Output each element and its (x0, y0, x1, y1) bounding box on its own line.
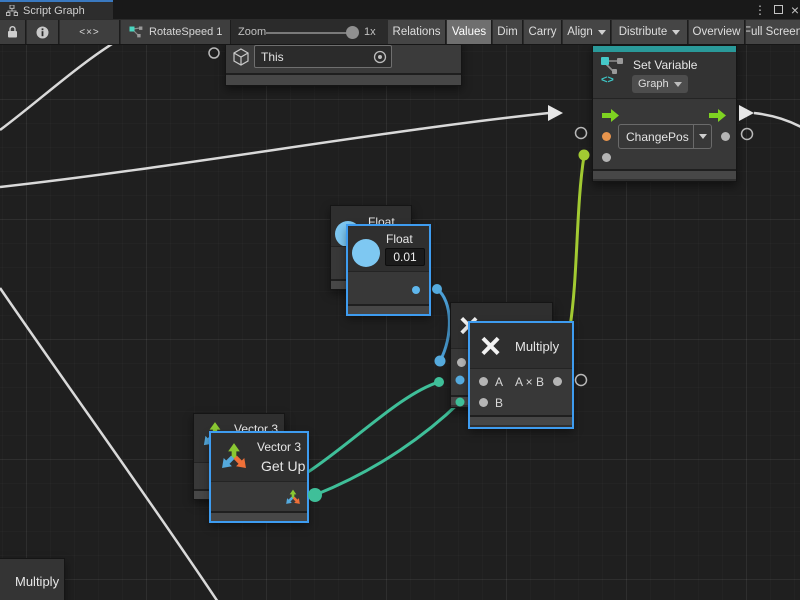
variable-output-port[interactable] (721, 132, 730, 141)
flow-output-arrow-icon[interactable] (709, 109, 727, 122)
value-wire-getup-to-multiply-front[interactable] (315, 402, 460, 495)
graph-window-icon (6, 5, 18, 16)
toolbar-button-fullscreen[interactable]: Full Screen (746, 20, 800, 44)
toolbar-button-values[interactable]: Values (447, 20, 492, 44)
flow-wire-into-set-variable[interactable] (0, 113, 549, 187)
wire-knob-float[interactable] (432, 284, 442, 294)
tab-bar: Script Graph ⋮ × (0, 0, 800, 19)
float-value-field[interactable]: 0.01 (385, 248, 425, 266)
toolbar-button-dim[interactable]: Dim (493, 20, 523, 44)
node-float-front[interactable]: Float 0.01 (347, 225, 430, 315)
zoom-slider-handle[interactable] (346, 26, 359, 39)
dropdown-arrow-icon (674, 82, 682, 87)
zoom-label: Zoom (238, 19, 266, 45)
value-wire-float-to-multiply[interactable] (437, 289, 449, 361)
this-object-field[interactable]: This (254, 45, 392, 68)
vector3-output-icon (285, 489, 301, 505)
info-button[interactable] (27, 20, 59, 44)
value-wire-getup-to-multiply-b[interactable] (308, 382, 439, 472)
multiply-port-a[interactable] (479, 377, 488, 386)
variable-name-dropdown[interactable]: ChangePos (618, 124, 712, 149)
variable-scope-dropdown[interactable]: Graph (632, 75, 688, 93)
toolbar-button-relations[interactable]: Relations (388, 20, 446, 44)
toolbar-button-carry[interactable]: Carry (524, 20, 562, 44)
variable-value-input-port[interactable] (602, 153, 611, 162)
lock-button[interactable] (0, 20, 26, 44)
zoom-slider[interactable] (266, 32, 358, 34)
window-menu-icon[interactable]: ⋮ (752, 0, 768, 19)
vector3-icon (220, 442, 248, 470)
toolbar-button-overview[interactable]: Overview (689, 20, 745, 44)
lock-icon (7, 26, 18, 38)
breadcrumb[interactable]: RotateSpeed 1 (121, 20, 231, 44)
flow-input-arrow-icon[interactable] (602, 109, 620, 122)
dropdown-arrow-icon (598, 30, 606, 35)
this-object-value: This (261, 50, 373, 64)
node-vector3-getup[interactable]: Vector 3 Get Up (210, 432, 308, 522)
node-set-variable[interactable]: <> Set Variable Graph ChangePos (592, 45, 737, 182)
node-multiply-front[interactable]: × Multiply A A × B B (469, 322, 573, 428)
multiply-partial-title: Multiply (15, 574, 59, 589)
float-icon (352, 239, 380, 267)
multiply-port-b-label: B (495, 396, 503, 410)
getup-output-knob[interactable] (308, 488, 322, 502)
node-multiply-partial[interactable]: Multiply (0, 558, 65, 600)
float-value: 0.01 (393, 250, 416, 264)
flow-wire-arrowhead (548, 105, 563, 121)
variable-scope-value: Graph (638, 78, 669, 90)
zoom-value: 1x (364, 19, 376, 45)
tab-title: Script Graph (23, 5, 85, 17)
wire-knob-float[interactable] (435, 356, 446, 367)
multiply-output-label: A × B (515, 375, 544, 389)
node-this[interactable]: This (225, 45, 462, 86)
gameobject-cube-icon (231, 47, 251, 67)
graph-toolbar: <×> RotateSpeed 1 Zoom 1x Relations Valu… (0, 19, 800, 45)
object-picker-icon[interactable] (373, 50, 387, 64)
unity-script-graph-window: Script Graph ⋮ × <×> (0, 0, 800, 600)
tab-script-graph[interactable]: Script Graph (0, 0, 113, 19)
vector3-front-title: Vector 3 (257, 440, 301, 454)
empty-port-ring[interactable] (576, 375, 587, 386)
set-variable-title: Set Variable (633, 58, 697, 72)
multiply-icon: × (480, 328, 501, 364)
variable-name-port[interactable] (602, 132, 611, 141)
window-close-icon[interactable]: × (788, 0, 800, 19)
set-variable-icon: <> (600, 56, 626, 84)
multiply-output-port[interactable] (553, 377, 562, 386)
script-graph-asset-icon (129, 26, 143, 38)
code-view-icon: <×> (79, 27, 100, 38)
dropdown-arrow-icon (699, 134, 707, 139)
variable-name-value: ChangePos (619, 130, 693, 144)
multiply-back-port-a[interactable] (457, 358, 466, 367)
toolbar-button-distribute[interactable]: Distribute (612, 20, 688, 44)
float-front-title: Float (386, 232, 413, 246)
wire-knob-result[interactable] (579, 150, 590, 161)
dropdown-arrow-icon (672, 30, 680, 35)
info-icon (36, 26, 49, 39)
empty-port-ring[interactable] (576, 128, 587, 139)
toolbar-button-align[interactable]: Align (563, 20, 611, 44)
breadcrumb-label: RotateSpeed 1 (149, 26, 222, 38)
graph-canvas[interactable]: This <> Set Variabl (0, 45, 800, 600)
wire-knob-vector[interactable] (434, 377, 444, 387)
getup-operation-label: Get Up (261, 458, 305, 474)
code-view-button[interactable]: <×> (60, 20, 120, 44)
window-maximize-icon[interactable] (770, 0, 786, 19)
flow-wire-out-of-set-variable[interactable] (754, 113, 800, 127)
flow-wire-arrowhead (739, 105, 754, 121)
flow-wire-top-left[interactable] (0, 45, 120, 130)
empty-port-ring[interactable] (742, 129, 753, 140)
multiply-port-a-label: A (495, 375, 503, 389)
flow-wire-diagonal[interactable] (0, 288, 218, 600)
multiply-port-b[interactable] (479, 398, 488, 407)
svg-text:<>: <> (601, 74, 614, 84)
empty-port-ring[interactable] (209, 48, 219, 58)
float-output-port[interactable] (412, 286, 420, 294)
multiply-title: Multiply (515, 339, 559, 354)
value-wire-multiply-to-set-variable[interactable] (570, 156, 584, 327)
